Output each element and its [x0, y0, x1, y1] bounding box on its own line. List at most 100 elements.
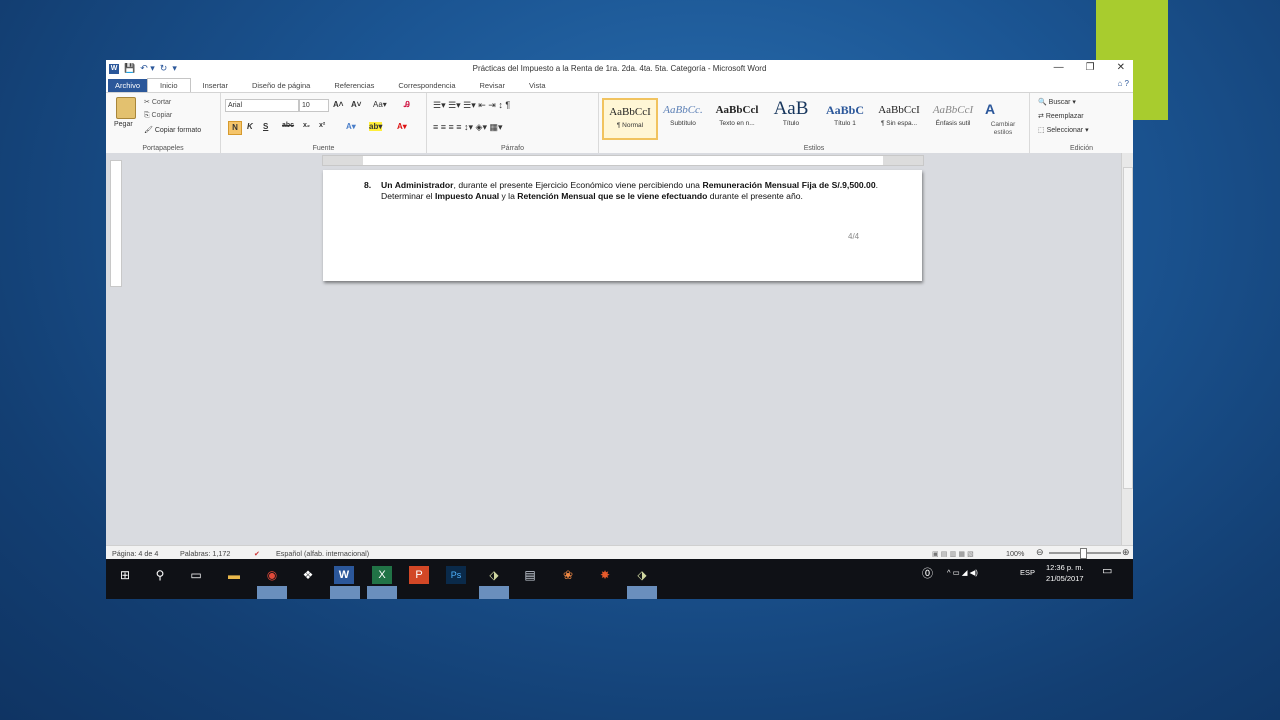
paste-button[interactable]: Pegar [114, 121, 133, 128]
page-marker: 4/4 [848, 232, 860, 241]
dropbox-icon[interactable]: ❖ [298, 566, 318, 584]
underline-button[interactable]: S [263, 122, 268, 131]
file-explorer-icon[interactable]: ▬ [224, 566, 244, 584]
clipboard-group-label: Portapapeles [142, 145, 184, 152]
minimize-button[interactable]: — [1054, 62, 1064, 73]
find-label: Buscar [1048, 99, 1071, 106]
language-indicator-tray[interactable]: ESP [1020, 568, 1035, 577]
grow-font-button[interactable]: A˄ [333, 100, 343, 109]
app-icon-4[interactable]: ✸ [595, 566, 615, 584]
zoom-out-button[interactable]: ⊖ [1036, 547, 1044, 558]
tab-revisar[interactable]: Revisar [468, 79, 517, 92]
select-button[interactable]: ⬚ Seleccionar ▾ [1038, 126, 1089, 134]
font-family-select[interactable]: Arial [225, 99, 299, 112]
style-enfasis-sutil[interactable]: AaBbCcI Énfasis sutil [927, 98, 979, 136]
text-run: durante el presente año. [707, 190, 803, 201]
style-name: Subtítulo [670, 120, 696, 127]
horizontal-ruler[interactable] [322, 155, 924, 166]
copy-label: Copiar [151, 112, 173, 119]
tab-correspondencia[interactable]: Correspondencia [386, 79, 467, 92]
start-button-icon[interactable]: ⊞ [115, 566, 135, 584]
document-paragraph[interactable]: 8. Un Administrador, durante el presente… [364, 180, 878, 201]
alignment-buttons[interactable]: ≡ ≡ ≡ ≡ ↕▾ ◈▾ ▦▾ [433, 122, 503, 133]
restore-button[interactable]: ❐ [1086, 62, 1095, 73]
change-styles-button[interactable]: Cambiar estilos [983, 121, 1023, 137]
tab-diseno-pagina[interactable]: Diseño de página [240, 79, 322, 92]
tab-inicio[interactable]: Inicio [147, 78, 191, 92]
change-case-button[interactable]: Aa▾ [373, 100, 387, 109]
app-icon-3[interactable]: ❀ [558, 566, 578, 584]
bold-button[interactable]: N [228, 121, 242, 135]
style-name: ¶ Normal [616, 122, 644, 129]
font-color-button[interactable]: A▾ [397, 122, 407, 131]
style-sample: AaBbCcI [878, 104, 920, 116]
tab-vista[interactable]: Vista [517, 79, 558, 92]
photoshop-taskbar-icon[interactable]: Ps [446, 566, 466, 584]
powerpoint-taskbar-icon[interactable]: P [409, 566, 429, 584]
vertical-scrollbar[interactable] [1121, 153, 1133, 545]
running-indicator [257, 586, 287, 599]
copy-button[interactable]: ⎘ Copiar [144, 112, 172, 120]
zoom-in-button[interactable]: ⊕ [1122, 547, 1130, 558]
tray-app-icon[interactable]: ⓪ [922, 565, 933, 581]
tab-archivo[interactable]: Archivo [108, 79, 148, 92]
text-run: y la [499, 190, 518, 201]
change-styles-icon[interactable]: A [985, 101, 995, 117]
replace-label: Reemplazar [1045, 113, 1084, 120]
close-button[interactable]: ✕ [1117, 62, 1125, 73]
replace-button[interactable]: ⇄ Reemplazar [1038, 112, 1084, 120]
task-view-icon[interactable]: ▭ [186, 566, 206, 584]
subscript-button[interactable]: x₂ [303, 122, 310, 129]
notifications-icon[interactable]: ▭ [1102, 564, 1112, 577]
style-sample: AaBbCc. [663, 104, 703, 116]
clear-format-icon[interactable]: Ꭿ [404, 100, 410, 110]
style-subtitulo[interactable]: AaBbCc. Subtítulo [657, 98, 709, 136]
shrink-font-button[interactable]: A˅ [351, 100, 361, 109]
chrome-icon[interactable]: ◉ [262, 566, 282, 584]
italic-button[interactable]: K [247, 122, 253, 131]
excel-taskbar-icon[interactable]: X [372, 566, 392, 584]
view-buttons[interactable]: ▣ ▤ ▥ ▦ ▧ [932, 549, 974, 558]
text-run: Un Administrador [381, 180, 454, 190]
document-page[interactable]: 8. Un Administrador, durante el presente… [323, 170, 922, 281]
window-title: Prácticas del Impuesto a la Renta de 1ra… [472, 64, 767, 73]
language-indicator[interactable]: Español (alfab. internacional) [276, 549, 369, 558]
app-icon-5[interactable]: ⬗ [632, 566, 652, 584]
style-titulo-1[interactable]: AaBbC Título 1 [819, 98, 871, 136]
proofing-icon[interactable]: ✔ [254, 549, 260, 558]
find-button[interactable]: 🔍 Buscar ▾ [1038, 98, 1076, 106]
cut-button[interactable]: ✂ Cortar [144, 98, 171, 106]
document-area[interactable]: 8. Un Administrador, durante el presente… [106, 153, 1133, 545]
style-normal[interactable]: AaBbCcI ¶ Normal [602, 98, 658, 140]
word-count[interactable]: Palabras: 1,172 [180, 549, 230, 558]
format-painter-button[interactable]: 🖌 Copiar formato [144, 126, 201, 134]
highlight-button[interactable]: ab▾ [369, 122, 383, 131]
tray-icons[interactable]: ^ ▭ ◢ ◀) [947, 568, 978, 577]
search-icon[interactable]: ⚲ [150, 566, 170, 584]
tab-referencias[interactable]: Referencias [322, 79, 386, 92]
list-indent-buttons[interactable]: ☰▾ ☰▾ ☰▾ ⇤ ⇥ ↕ ¶ [433, 100, 510, 111]
text-run: Impuesto Anual [434, 190, 500, 201]
tab-insertar[interactable]: Insertar [191, 79, 240, 92]
clock[interactable]: 12:36 p. m. 21/05/2017 [1046, 562, 1084, 584]
page-count[interactable]: Página: 4 de 4 [112, 549, 158, 558]
app-icon-1[interactable]: ⬗ [484, 566, 504, 584]
ruler-right-margin [883, 156, 923, 165]
style-texto-en-negrita[interactable]: AaBbCcl Texto en n... [711, 98, 763, 136]
superscript-button[interactable]: x² [319, 122, 325, 129]
text-effects-button[interactable]: A▾ [346, 122, 356, 131]
word-taskbar-icon[interactable]: W [334, 566, 354, 584]
status-bar: Página: 4 de 4 Palabras: 1,172 ✔ Español… [106, 545, 1133, 560]
scrollbar-thumb[interactable] [1123, 167, 1133, 489]
style-titulo[interactable]: AaB Título [765, 98, 817, 136]
style-sin-espaciado[interactable]: AaBbCcI ¶ Sin espa... [873, 98, 925, 136]
strikethrough-button[interactable]: abc [282, 122, 294, 129]
help-icon[interactable]: ⌂ ? [1117, 79, 1129, 88]
app-icon-2[interactable]: ▤ [520, 566, 540, 584]
zoom-slider-knob[interactable] [1080, 548, 1087, 559]
font-size-select[interactable]: 10 [299, 99, 329, 112]
zoom-level[interactable]: 100% [1006, 549, 1024, 558]
vertical-ruler[interactable] [110, 160, 122, 287]
font-group-label: Fuente [312, 145, 335, 152]
paste-icon[interactable] [116, 97, 136, 119]
